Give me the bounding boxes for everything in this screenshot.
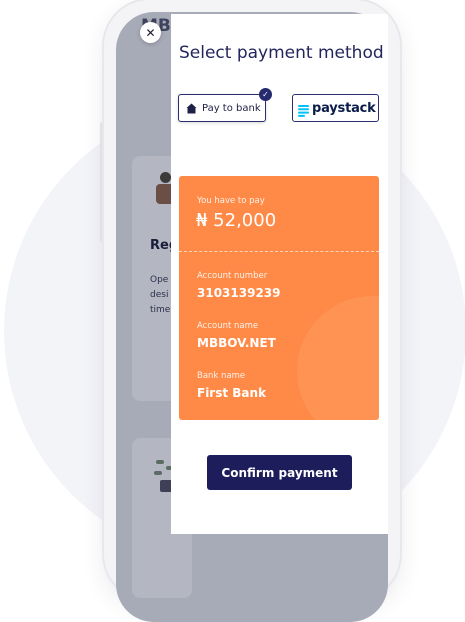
account-number-label: Account number (197, 271, 268, 281)
amount-value: ₦ 52,000 (196, 210, 277, 231)
payment-method-sheet: Select payment method Pay to bank ✓ pays… (171, 14, 388, 534)
account-number-value[interactable]: 3103139239 (197, 286, 281, 300)
payment-details-card: You have to pay ₦ 52,000 Account number … (179, 176, 379, 420)
account-name-value: MBBOV.NET (197, 336, 276, 350)
bank-name-value: First Bank (197, 386, 267, 400)
confirm-payment-button[interactable]: Confirm payment (207, 455, 352, 490)
close-icon[interactable]: ✕ (140, 22, 161, 43)
dashed-divider (179, 251, 379, 252)
amount-label: You have to pay (197, 196, 265, 206)
background-text-line: Ope (150, 275, 169, 285)
pay-to-bank-label: Pay to bank (202, 102, 261, 114)
background-text-line: desi (150, 290, 169, 300)
bank-name-label: Bank name (197, 371, 246, 381)
paystack-option[interactable]: paystack (292, 94, 379, 122)
paystack-logo-icon (298, 102, 309, 117)
card-decoration (297, 296, 379, 420)
account-name-label: Account name (197, 321, 259, 331)
sheet-title: Select payment method (179, 43, 384, 63)
pay-to-bank-option[interactable]: Pay to bank ✓ (178, 88, 272, 122)
background-text-line: time (150, 305, 171, 315)
check-icon: ✓ (259, 88, 272, 101)
paystack-label: paystack (312, 100, 376, 116)
home-icon (186, 103, 197, 114)
